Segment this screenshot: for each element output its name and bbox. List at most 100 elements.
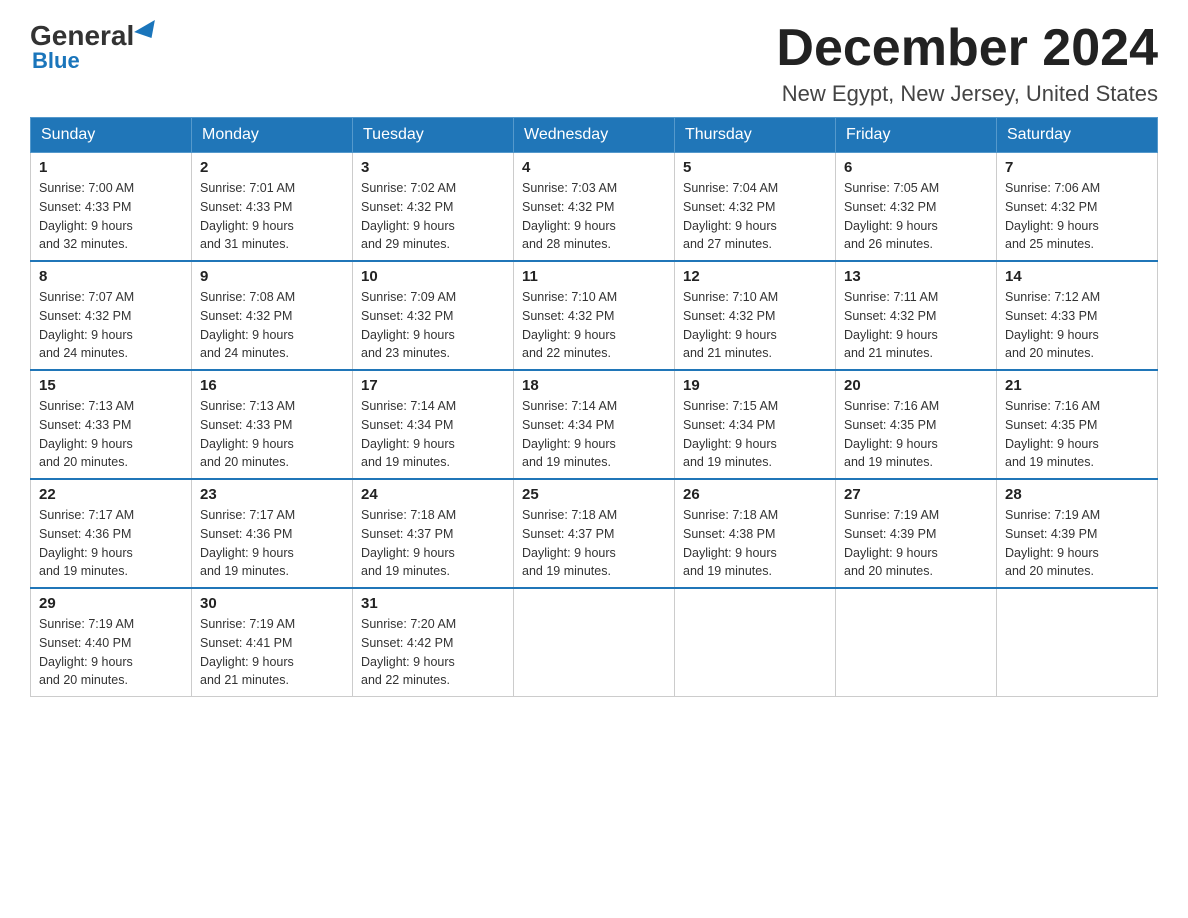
day-info: Sunrise: 7:17 AM Sunset: 4:36 PM Dayligh…: [39, 506, 183, 581]
day-number: 2: [200, 159, 344, 176]
calendar-week-row: 29 Sunrise: 7:19 AM Sunset: 4:40 PM Dayl…: [31, 588, 1158, 697]
day-number: 3: [361, 159, 505, 176]
calendar-week-row: 15 Sunrise: 7:13 AM Sunset: 4:33 PM Dayl…: [31, 370, 1158, 479]
calendar-week-row: 8 Sunrise: 7:07 AM Sunset: 4:32 PM Dayli…: [31, 261, 1158, 370]
table-row: 29 Sunrise: 7:19 AM Sunset: 4:40 PM Dayl…: [31, 588, 192, 697]
day-number: 24: [361, 486, 505, 503]
day-info: Sunrise: 7:13 AM Sunset: 4:33 PM Dayligh…: [39, 397, 183, 472]
calendar-header-row: Sunday Monday Tuesday Wednesday Thursday…: [31, 118, 1158, 153]
day-info: Sunrise: 7:14 AM Sunset: 4:34 PM Dayligh…: [522, 397, 666, 472]
day-info: Sunrise: 7:15 AM Sunset: 4:34 PM Dayligh…: [683, 397, 827, 472]
location-title: New Egypt, New Jersey, United States: [776, 81, 1158, 107]
day-number: 11: [522, 268, 666, 285]
day-info: Sunrise: 7:00 AM Sunset: 4:33 PM Dayligh…: [39, 179, 183, 254]
day-info: Sunrise: 7:16 AM Sunset: 4:35 PM Dayligh…: [1005, 397, 1149, 472]
day-info: Sunrise: 7:19 AM Sunset: 4:41 PM Dayligh…: [200, 615, 344, 690]
day-number: 6: [844, 159, 988, 176]
header-thursday: Thursday: [675, 118, 836, 153]
table-row: 7 Sunrise: 7:06 AM Sunset: 4:32 PM Dayli…: [997, 153, 1158, 262]
day-info: Sunrise: 7:12 AM Sunset: 4:33 PM Dayligh…: [1005, 288, 1149, 363]
day-info: Sunrise: 7:08 AM Sunset: 4:32 PM Dayligh…: [200, 288, 344, 363]
day-info: Sunrise: 7:01 AM Sunset: 4:33 PM Dayligh…: [200, 179, 344, 254]
table-row: 21 Sunrise: 7:16 AM Sunset: 4:35 PM Dayl…: [997, 370, 1158, 479]
header-saturday: Saturday: [997, 118, 1158, 153]
header-wednesday: Wednesday: [514, 118, 675, 153]
day-info: Sunrise: 7:10 AM Sunset: 4:32 PM Dayligh…: [683, 288, 827, 363]
day-info: Sunrise: 7:18 AM Sunset: 4:38 PM Dayligh…: [683, 506, 827, 581]
table-row: 15 Sunrise: 7:13 AM Sunset: 4:33 PM Dayl…: [31, 370, 192, 479]
day-info: Sunrise: 7:19 AM Sunset: 4:40 PM Dayligh…: [39, 615, 183, 690]
day-info: Sunrise: 7:07 AM Sunset: 4:32 PM Dayligh…: [39, 288, 183, 363]
header-sunday: Sunday: [31, 118, 192, 153]
day-info: Sunrise: 7:09 AM Sunset: 4:32 PM Dayligh…: [361, 288, 505, 363]
day-number: 15: [39, 377, 183, 394]
day-info: Sunrise: 7:10 AM Sunset: 4:32 PM Dayligh…: [522, 288, 666, 363]
table-row: 10 Sunrise: 7:09 AM Sunset: 4:32 PM Dayl…: [353, 261, 514, 370]
table-row: [675, 588, 836, 697]
day-info: Sunrise: 7:04 AM Sunset: 4:32 PM Dayligh…: [683, 179, 827, 254]
day-number: 20: [844, 377, 988, 394]
day-number: 5: [683, 159, 827, 176]
table-row: [997, 588, 1158, 697]
table-row: 23 Sunrise: 7:17 AM Sunset: 4:36 PM Dayl…: [192, 479, 353, 588]
day-number: 14: [1005, 268, 1149, 285]
table-row: [514, 588, 675, 697]
table-row: 18 Sunrise: 7:14 AM Sunset: 4:34 PM Dayl…: [514, 370, 675, 479]
day-number: 10: [361, 268, 505, 285]
table-row: 8 Sunrise: 7:07 AM Sunset: 4:32 PM Dayli…: [31, 261, 192, 370]
day-number: 8: [39, 268, 183, 285]
day-number: 13: [844, 268, 988, 285]
logo-arrow-icon: [134, 20, 162, 44]
day-number: 7: [1005, 159, 1149, 176]
day-number: 27: [844, 486, 988, 503]
table-row: 20 Sunrise: 7:16 AM Sunset: 4:35 PM Dayl…: [836, 370, 997, 479]
header-friday: Friday: [836, 118, 997, 153]
table-row: 9 Sunrise: 7:08 AM Sunset: 4:32 PM Dayli…: [192, 261, 353, 370]
calendar-week-row: 22 Sunrise: 7:17 AM Sunset: 4:36 PM Dayl…: [31, 479, 1158, 588]
table-row: 25 Sunrise: 7:18 AM Sunset: 4:37 PM Dayl…: [514, 479, 675, 588]
day-info: Sunrise: 7:20 AM Sunset: 4:42 PM Dayligh…: [361, 615, 505, 690]
table-row: 26 Sunrise: 7:18 AM Sunset: 4:38 PM Dayl…: [675, 479, 836, 588]
table-row: 12 Sunrise: 7:10 AM Sunset: 4:32 PM Dayl…: [675, 261, 836, 370]
table-row: 13 Sunrise: 7:11 AM Sunset: 4:32 PM Dayl…: [836, 261, 997, 370]
table-row: 28 Sunrise: 7:19 AM Sunset: 4:39 PM Dayl…: [997, 479, 1158, 588]
day-number: 9: [200, 268, 344, 285]
page-header: General Blue December 2024 New Egypt, Ne…: [30, 20, 1158, 107]
table-row: 4 Sunrise: 7:03 AM Sunset: 4:32 PM Dayli…: [514, 153, 675, 262]
day-info: Sunrise: 7:19 AM Sunset: 4:39 PM Dayligh…: [844, 506, 988, 581]
day-number: 4: [522, 159, 666, 176]
day-info: Sunrise: 7:11 AM Sunset: 4:32 PM Dayligh…: [844, 288, 988, 363]
day-info: Sunrise: 7:05 AM Sunset: 4:32 PM Dayligh…: [844, 179, 988, 254]
title-area: December 2024 New Egypt, New Jersey, Uni…: [776, 20, 1158, 107]
table-row: 30 Sunrise: 7:19 AM Sunset: 4:41 PM Dayl…: [192, 588, 353, 697]
table-row: 19 Sunrise: 7:15 AM Sunset: 4:34 PM Dayl…: [675, 370, 836, 479]
table-row: 14 Sunrise: 7:12 AM Sunset: 4:33 PM Dayl…: [997, 261, 1158, 370]
table-row: 6 Sunrise: 7:05 AM Sunset: 4:32 PM Dayli…: [836, 153, 997, 262]
day-info: Sunrise: 7:18 AM Sunset: 4:37 PM Dayligh…: [522, 506, 666, 581]
table-row: 16 Sunrise: 7:13 AM Sunset: 4:33 PM Dayl…: [192, 370, 353, 479]
day-number: 18: [522, 377, 666, 394]
table-row: 31 Sunrise: 7:20 AM Sunset: 4:42 PM Dayl…: [353, 588, 514, 697]
table-row: 27 Sunrise: 7:19 AM Sunset: 4:39 PM Dayl…: [836, 479, 997, 588]
table-row: 2 Sunrise: 7:01 AM Sunset: 4:33 PM Dayli…: [192, 153, 353, 262]
day-number: 23: [200, 486, 344, 503]
day-info: Sunrise: 7:17 AM Sunset: 4:36 PM Dayligh…: [200, 506, 344, 581]
day-number: 1: [39, 159, 183, 176]
header-tuesday: Tuesday: [353, 118, 514, 153]
day-info: Sunrise: 7:14 AM Sunset: 4:34 PM Dayligh…: [361, 397, 505, 472]
table-row: 11 Sunrise: 7:10 AM Sunset: 4:32 PM Dayl…: [514, 261, 675, 370]
day-info: Sunrise: 7:06 AM Sunset: 4:32 PM Dayligh…: [1005, 179, 1149, 254]
day-info: Sunrise: 7:02 AM Sunset: 4:32 PM Dayligh…: [361, 179, 505, 254]
logo-blue: Blue: [32, 48, 80, 74]
header-monday: Monday: [192, 118, 353, 153]
day-number: 21: [1005, 377, 1149, 394]
calendar-table: Sunday Monday Tuesday Wednesday Thursday…: [30, 117, 1158, 697]
day-info: Sunrise: 7:19 AM Sunset: 4:39 PM Dayligh…: [1005, 506, 1149, 581]
day-number: 26: [683, 486, 827, 503]
day-info: Sunrise: 7:13 AM Sunset: 4:33 PM Dayligh…: [200, 397, 344, 472]
table-row: 3 Sunrise: 7:02 AM Sunset: 4:32 PM Dayli…: [353, 153, 514, 262]
table-row: 24 Sunrise: 7:18 AM Sunset: 4:37 PM Dayl…: [353, 479, 514, 588]
table-row: [836, 588, 997, 697]
day-number: 17: [361, 377, 505, 394]
day-number: 12: [683, 268, 827, 285]
